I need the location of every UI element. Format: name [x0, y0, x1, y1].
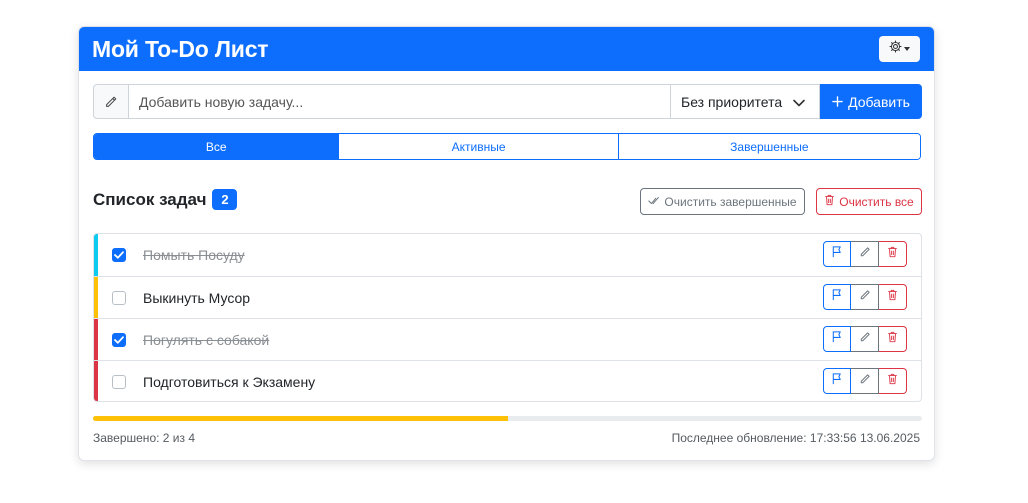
tab-all[interactable]: Все	[94, 134, 339, 159]
priority-indicator	[94, 319, 98, 360]
priority-indicator	[94, 361, 98, 401]
edit-button[interactable]	[851, 368, 879, 394]
completed-count: Завершено: 2 из 4	[93, 431, 195, 445]
filter-tabs: Все Активные Завершенные	[93, 133, 921, 160]
task-checkbox[interactable]	[112, 375, 126, 389]
delete-button[interactable]	[879, 241, 907, 267]
add-task-label: Добавить	[848, 93, 910, 110]
clear-completed-label: Очистить завершенные	[664, 194, 797, 209]
last-updated: Последнее обновление: 17:33:56 13.06.202…	[671, 431, 920, 445]
add-task-button[interactable]: Добавить	[820, 84, 922, 119]
chevron-down-icon	[793, 94, 805, 110]
flag-icon	[831, 372, 843, 390]
tab-active[interactable]: Активные	[338, 134, 618, 159]
flag-icon	[831, 330, 843, 348]
task-actions	[823, 241, 907, 267]
app-title: Мой To-Do Лист	[92, 35, 269, 62]
trash-icon	[887, 288, 898, 306]
task-count-badge: 2	[212, 189, 238, 210]
task-actions	[823, 326, 907, 352]
completion-progress-bar	[93, 416, 922, 421]
trash-icon	[887, 245, 898, 263]
priority-indicator	[94, 277, 98, 318]
task-checkbox[interactable]	[112, 291, 126, 305]
flag-icon	[831, 288, 843, 306]
todo-card: Мой To-Do Лист Без приоритета Добавить В…	[78, 26, 935, 461]
chevron-down-icon	[904, 47, 910, 51]
completion-progress-fill	[93, 416, 508, 421]
edit-button[interactable]	[851, 241, 879, 267]
task-checkbox[interactable]	[112, 333, 126, 347]
task-list: Помыть Посуду Выкинуть Мусор Погулять с …	[93, 233, 922, 402]
plus-icon	[832, 94, 843, 110]
trash-icon	[824, 194, 835, 209]
pencil-icon	[859, 330, 871, 348]
edit-button[interactable]	[851, 284, 879, 310]
task-checkbox[interactable]	[112, 248, 126, 262]
edit-button[interactable]	[851, 326, 879, 352]
priority-select-value: Без приоритета	[681, 93, 783, 110]
task-actions	[823, 368, 907, 394]
flag-button[interactable]	[823, 326, 851, 352]
task-text: Выкинуть Мусор	[143, 290, 251, 306]
pencil-icon	[859, 288, 871, 306]
clear-all-button[interactable]: Очистить все	[816, 188, 922, 215]
clear-all-label: Очистить все	[839, 194, 914, 209]
clear-completed-button[interactable]: Очистить завершенные	[640, 188, 805, 215]
task-text: Погулять с собакой	[143, 332, 270, 348]
flag-button[interactable]	[823, 368, 851, 394]
settings-button[interactable]	[879, 36, 920, 62]
trash-icon	[887, 330, 898, 348]
delete-button[interactable]	[879, 368, 907, 394]
pencil-icon	[859, 372, 871, 390]
task-row: Выкинуть Мусор	[94, 276, 921, 318]
check-icon	[648, 195, 660, 209]
task-actions	[823, 284, 907, 310]
new-task-row: Без приоритета Добавить	[93, 84, 923, 119]
pencil-icon	[859, 245, 871, 263]
card-header: Мой To-Do Лист	[79, 27, 934, 71]
trash-icon	[887, 372, 898, 390]
flag-button[interactable]	[823, 241, 851, 267]
task-row: Подготовиться к Экзамену	[94, 360, 921, 401]
tab-completed[interactable]: Завершенные	[617, 134, 920, 159]
priority-select[interactable]: Без приоритета	[671, 84, 820, 119]
pencil-icon	[93, 84, 129, 119]
flag-button[interactable]	[823, 284, 851, 310]
gear-icon	[889, 40, 902, 58]
delete-button[interactable]	[879, 326, 907, 352]
task-row: Погулять с собакой	[94, 318, 921, 360]
flag-icon	[831, 245, 843, 263]
priority-indicator	[94, 234, 98, 276]
task-list-title: Список задач	[93, 189, 207, 209]
task-text: Подготовиться к Экзамену	[143, 374, 316, 390]
task-list-heading: Список задач 2	[93, 189, 238, 210]
new-task-input[interactable]	[129, 84, 671, 119]
task-row: Помыть Посуду	[94, 234, 921, 276]
task-text: Помыть Посуду	[143, 247, 245, 263]
delete-button[interactable]	[879, 284, 907, 310]
